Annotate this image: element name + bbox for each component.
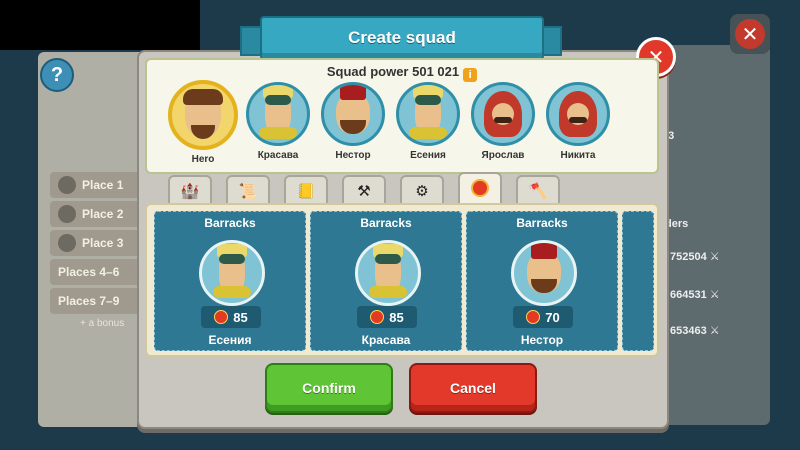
unit-name: Нестор [520,333,564,347]
swords-icon: ⚔ [709,325,720,337]
squad-power-label: Squad power 501 021 [326,64,460,79]
card-title: Barracks [360,216,412,230]
unit-card[interactable]: Barracks 85 Красава [310,211,462,351]
power-gem-icon [370,310,385,324]
tab-scroll[interactable]: 📜 [226,175,270,205]
place-row: Place 2 [50,201,150,227]
card-title: Barracks [516,216,568,230]
place-label: Places 4–6 [58,265,120,279]
power-gem-icon [214,310,229,324]
unit-portrait [199,240,265,306]
member-name: Hero [191,154,215,165]
unit-power: 85 [201,306,261,328]
unit-name: Есения [208,333,252,347]
unit-portrait [355,240,421,306]
squad-member[interactable]: Красава [240,82,316,161]
member-name: Нестор [335,150,371,161]
unit-card[interactable]: Barracks 70 Нестор [466,211,618,351]
member-name: Ярослав [481,150,525,161]
swords-icon: ⚔ [709,251,720,263]
dialog-title: Create squad [260,16,544,60]
anvil-icon: ⚙ [415,183,429,200]
cup-icon [58,234,76,252]
tools-icon: ⚒ [357,183,371,200]
cancel-button[interactable]: Cancel [409,363,537,413]
unit-power: 70 [513,306,573,328]
castle-icon: 🏰 [180,183,200,200]
tab-anvil[interactable]: ⚙ [400,175,444,205]
power-value: 70 [545,309,560,325]
place-label: Place 1 [82,178,124,192]
unit-power: 85 [357,306,417,328]
tab-book[interactable]: 📒 [284,175,328,205]
rewards-places-list: Place 1 Place 2 Place 3 Places 4–6 Place… [50,172,150,329]
member-portrait [246,82,310,146]
place-row: Places 4–6 [50,259,150,285]
power-gem-icon [526,310,541,324]
squad-member[interactable]: Ярослав [465,82,541,161]
power-value: 85 [389,309,404,325]
card-title: Barracks [204,216,256,230]
member-portrait [168,80,238,150]
place-row: Place 3 [50,230,150,256]
place-row: Places 7–9 [50,288,150,314]
place-label: Places 7–9 [58,294,120,308]
book-icon: 📒 [296,183,316,200]
cards-area: Barracks 85 Есения Barracks 85 Красава B… [145,203,659,357]
squad-member[interactable]: Нестор [315,82,391,161]
member-name: Никита [560,150,596,161]
cup-icon [58,176,76,194]
close-icon: ✕ [735,19,765,49]
place-row: Place 1 [50,172,150,198]
member-portrait [321,82,385,146]
place-label: Place 3 [82,236,124,250]
power-value: 85 [233,309,248,325]
help-icon: ? [50,63,64,86]
member-portrait [471,82,535,146]
swords-icon: ⚔ [709,289,720,301]
squad-member[interactable]: Никита [540,82,616,161]
tab-castle[interactable]: 🏰 [168,175,212,205]
help-button[interactable]: ? [40,58,74,92]
background-close-button[interactable]: ✕ [730,14,770,54]
member-name: Красава [257,150,299,161]
cup-icon [58,205,76,223]
squad-panel: Squad power 501 021 i Hero Красава Нестор… [145,58,659,174]
unit-name: Красава [361,333,411,347]
squad-member[interactable]: Есения [390,82,466,161]
top-black-bar [0,0,200,50]
tab-tools[interactable]: ⚒ [342,175,386,205]
hero-member[interactable]: Hero [165,80,241,165]
unit-card[interactable]: Barracks 85 Есения [154,211,306,351]
bonus-text: + a bonus [80,318,125,329]
scroll-icon: 📜 [238,183,258,200]
tab-axe-hammer[interactable]: 🪓 [516,175,560,205]
place-label: Place 2 [82,207,124,221]
unit-card-partial[interactable] [622,211,654,351]
unit-portrait [511,240,577,306]
confirm-button[interactable]: Confirm [265,363,393,413]
member-portrait [546,82,610,146]
axe-hammer-icon: 🪓 [528,183,548,200]
red-gem-icon [471,178,489,201]
info-icon[interactable]: i [463,68,478,82]
member-portrait [396,82,460,146]
tab-red-gem[interactable] [458,172,502,205]
member-name: Есения [410,150,446,161]
